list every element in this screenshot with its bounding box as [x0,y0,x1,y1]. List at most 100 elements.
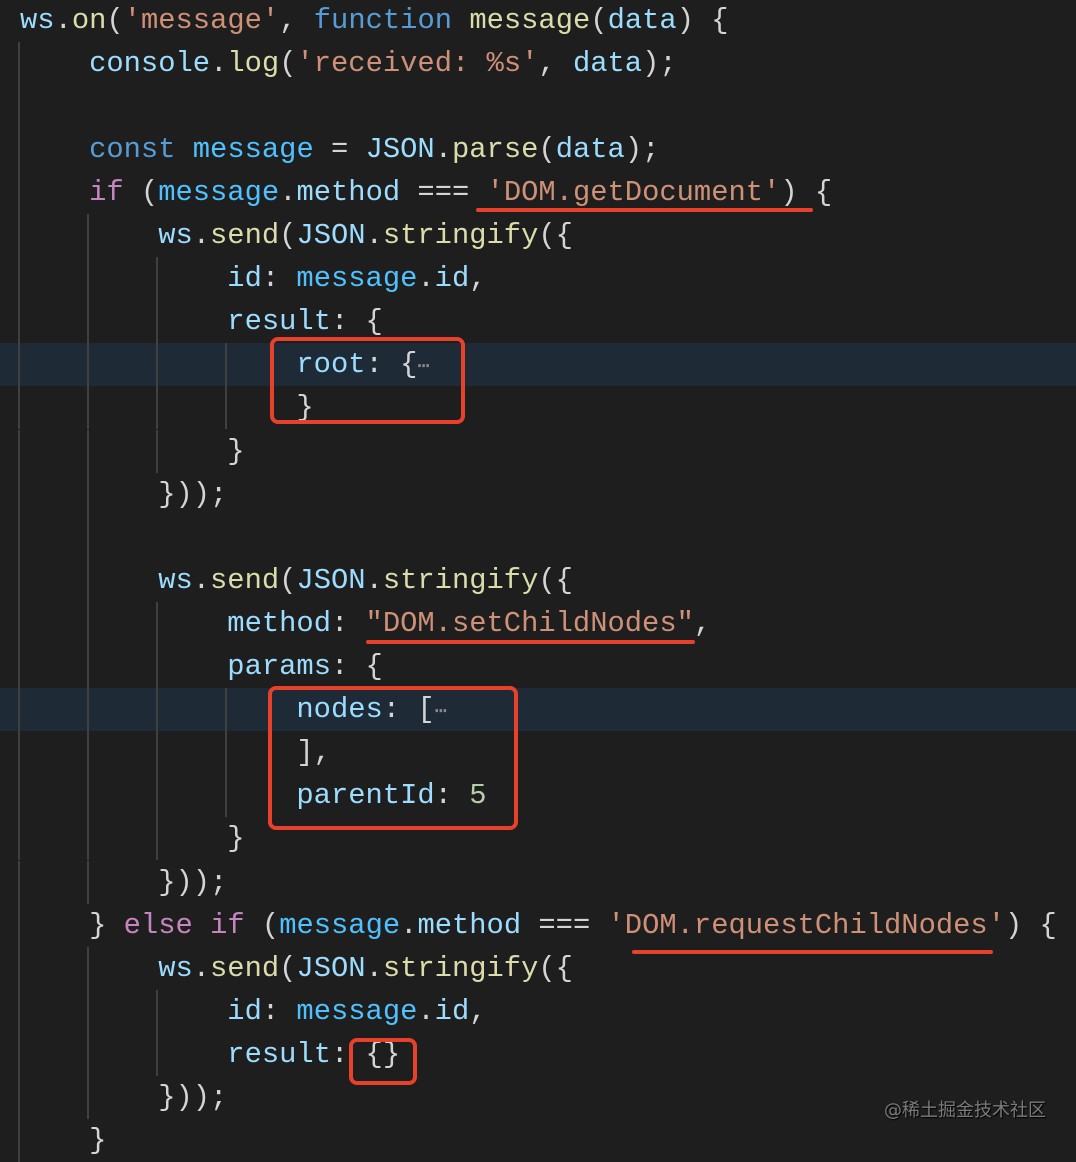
code-line[interactable]: console.log('received: %s', data); [0,41,1076,85]
code-line[interactable]: ws.send(JSON.stringify({ [0,214,1076,257]
indent-guide [156,1032,159,1076]
code-token-var: data [555,132,625,166]
code-token-p: } [227,434,245,468]
indent-guide [18,515,20,559]
code-token-p: ( [244,908,280,942]
code-token-p: })); [158,1081,228,1114]
code-line[interactable]: ], [0,731,1076,775]
code-token-p: . [365,951,383,985]
code-text: })); [158,861,227,904]
code-token-str: 'DOM.requestChildNodes' [607,908,1005,942]
code-token-var: result [227,305,331,339]
code-token-p: . [417,994,435,1028]
code-token-ctl: else [123,908,193,942]
code-token-p: === [521,908,608,942]
code-token-p: ( [279,951,297,985]
code-token-p: , [469,262,487,296]
code-token-p: ( [590,3,608,37]
code-token-p: } [89,1124,107,1158]
code-line[interactable]: } else if (message.method === 'DOM.reque… [0,903,1076,947]
code-token-p: , [279,3,314,37]
code-editor[interactable]: ws.on('message', function message(data) … [0,0,1076,1162]
code-line[interactable]: })); [0,860,1076,904]
code-line[interactable] [0,515,1076,559]
code-token-p: } [227,822,245,856]
code-line[interactable]: params: { [0,645,1076,688]
annotation-box-result [349,1038,417,1085]
code-token-p: = [313,132,366,166]
code-text: } [227,817,244,860]
indent-guide [18,817,20,861]
code-token-var: id [434,262,470,296]
annotation-underline-setchildnodes [366,640,695,644]
code-text: const message = JSON.parse(data); [89,128,659,171]
code-token-p: : [261,994,297,1028]
indent-guide [87,386,90,430]
code-line[interactable]: ws.send(JSON.stringify({ [0,558,1076,602]
indent-guide [156,774,159,818]
code-line[interactable]: const message = JSON.parse(data); [0,127,1076,171]
code-text: id: message.id, [227,990,486,1033]
code-token-p: ( [279,219,297,252]
code-text: })); [158,1076,227,1119]
code-token-p: . [210,46,228,80]
code-token-const: message [158,175,280,209]
indent-guide [87,343,90,387]
code-line[interactable]: method: "DOM.setChildNodes", [0,601,1076,645]
code-token-p: , [693,606,712,640]
code-line[interactable]: } [0,429,1076,473]
indent-guide [87,774,90,818]
code-line[interactable]: } [0,817,1076,861]
code-token-ctl: if [89,175,124,209]
code-line[interactable]: })); [0,472,1076,516]
indent-guide [87,1032,90,1076]
code-token-p: ( [123,175,159,209]
code-token-p: ( [106,3,124,37]
code-token-fn: stringify [382,951,539,985]
code-line[interactable] [0,84,1076,128]
code-line[interactable]: } [0,1119,1076,1162]
code-line[interactable]: id: message.id, [0,989,1076,1033]
indent-guide [18,645,20,688]
code-token-p: ({ [538,219,573,252]
code-line[interactable]: result: {} [0,1032,1076,1076]
indent-guide [156,429,159,473]
code-line[interactable]: root: {⋯ [0,343,1076,387]
code-token-var: ws [158,951,193,985]
code-token-p: . [400,908,418,942]
code-line[interactable]: id: message.id, [0,257,1076,301]
code-token-var: ws [158,219,193,252]
code-line[interactable]: parentId: 5 [0,774,1076,818]
indent-guide [87,1076,90,1119]
code-token-var: result [227,1037,331,1071]
code-text: ws.send(JSON.stringify({ [158,947,573,990]
code-token-kw: function [313,3,453,37]
indent-guide [87,817,90,861]
code-token-const: message [296,262,418,296]
code-line[interactable]: ws.on('message', function message(data) … [0,0,1076,42]
indent-guide [156,257,159,301]
indent-guide [18,472,20,516]
code-text: params: { [227,645,383,688]
indent-guide [87,860,90,904]
code-token-var: id [434,994,470,1028]
code-token-var: ws [158,563,193,597]
code-token-p: , [469,994,487,1028]
indent-guide [18,601,20,645]
code-token-str: 'received: %s' [296,46,539,80]
indent-guide [87,688,90,732]
code-token-p: ); [642,46,677,80]
annotation-underline-getdocument [476,208,813,212]
code-text: ws.send(JSON.stringify({ [158,214,573,257]
code-token-var: id [227,994,262,1028]
code-line[interactable]: result: { [0,300,1076,344]
code-token-var: ws [20,3,55,37]
code-token-p: })); [158,865,228,899]
code-line[interactable]: nodes: [⋯ [0,688,1076,732]
code-token-var: method [227,606,331,640]
indent-guide [225,688,228,732]
indent-guide [18,946,20,990]
code-line[interactable]: } [0,386,1076,430]
indent-guide [18,84,20,128]
indent-guide [18,429,20,473]
